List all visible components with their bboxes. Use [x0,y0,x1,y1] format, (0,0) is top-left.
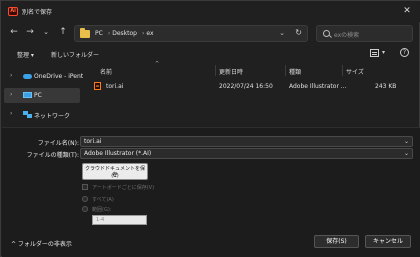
search-input[interactable]: exの検索 [334,30,359,39]
expand-chevron-icon[interactable]: › [10,72,12,79]
navigation-pane: › OneDrive - iPent › PC › ネットワーク [1,63,84,126]
sidebar-item-onedrive[interactable]: › OneDrive - iPent [4,69,84,84]
folder-icon [80,28,90,38]
range-value: 1-4 [96,217,105,223]
breadcrumb: PC › Desktop › ex [95,30,156,37]
breadcrumb-desktop[interactable]: Desktop [112,30,137,37]
cancel-button[interactable]: キャンセル [365,235,411,248]
save-button[interactable]: 保存(S) [314,235,359,248]
filename-chevron-down-icon[interactable]: ⌄ [404,138,409,145]
column-divider[interactable] [215,65,216,76]
sidebar-item-label: OneDrive - iPent [34,73,84,80]
cloud-button-shortcut: (C) [111,173,119,179]
range-option-label: 範囲(G): [92,207,112,213]
sort-ascending-icon: ^ [155,61,160,67]
filetype-label: ファイルの種類(T): [26,152,79,159]
breadcrumb-separator: › [107,30,111,37]
forward-button[interactable]: → [23,25,37,40]
view-options-icon[interactable] [370,49,379,57]
search-box[interactable]: exの検索 [316,25,413,42]
filetype-chevron-down-icon[interactable]: ⌄ [404,150,409,157]
column-header-size[interactable]: サイズ [346,67,364,76]
hide-folders-toggle[interactable]: ^ フォルダーの非表示 [11,239,72,248]
refresh-icon[interactable]: ↻ [295,28,302,37]
column-header-modified[interactable]: 更新日時 [219,67,243,76]
window-title: 別名で保存 [22,9,53,16]
filetype-value: Adobe Illustrator (*.AI) [84,150,152,157]
address-bar[interactable]: PC › Desktop › ex ⌄ ↻ [74,25,308,42]
title-bar: Ai 別名で保存 ✕ [1,1,420,22]
range-input[interactable]: 1-4 [92,215,147,225]
column-header-type[interactable]: 種類 [289,67,301,76]
range-radio[interactable] [82,206,88,212]
filename-input[interactable]: tori.ai [84,138,101,145]
new-folder-button[interactable]: 新しいフォルダー [51,50,99,59]
organize-menu-button[interactable]: 整理 ▾ [17,50,34,59]
sidebar-item-label: ネットワーク [34,113,71,120]
breadcrumb-ex[interactable]: ex [146,30,153,37]
save-as-dialog: Ai 別名で保存 ✕ ← → ⌄ ↑ PC › Desktop › ex ⌄ ↻ exの… [0,0,420,257]
network-icon [23,111,32,118]
back-button[interactable]: ← [7,25,21,40]
filename-label: ファイル名(N): [37,140,79,147]
pc-icon [23,92,32,98]
artboard-checkbox[interactable] [82,184,88,190]
recent-locations-chevron-icon[interactable]: ⌄ [41,25,51,40]
column-divider[interactable] [285,65,286,76]
breadcrumb-separator: › [141,30,145,37]
illustrator-app-icon: Ai [8,7,18,16]
column-header-name[interactable]: 名前 [100,67,112,76]
sidebar-item-label: PC [34,92,42,99]
all-option-label: すべて(A) [92,197,114,203]
expand-chevron-icon[interactable]: › [10,110,12,117]
search-icon [323,30,330,37]
file-size: 243 KB [375,83,397,90]
all-radio[interactable] [82,196,88,202]
expand-chevron-icon[interactable]: › [10,91,12,98]
file-name[interactable]: tori.ai [106,83,123,90]
up-button[interactable]: ↑ [56,25,70,40]
save-cloud-document-button[interactable]: クラウドドキュメントを保存 (C) [82,163,148,180]
file-type: Adobe Illustrator ... [289,83,347,90]
filetype-select[interactable]: Adobe Illustrator (*.AI) ⌄ [80,148,413,159]
close-button[interactable]: ✕ [399,3,415,19]
breadcrumb-pc[interactable]: PC [95,30,103,37]
column-divider[interactable] [342,65,343,76]
artboard-option-label: アートボードごとに保存(V) [92,185,155,191]
view-options-chevron-icon[interactable]: ▾ [382,49,385,56]
file-list: ^ 名前 更新日時 種類 サイズ Ai tori.ai 2022/07/24 1… [87,61,417,126]
sidebar-item-pc[interactable]: › PC [4,88,80,103]
filename-field[interactable]: tori.ai ⌄ [80,136,413,147]
illustrator-file-icon: Ai [94,82,101,90]
address-chevron-down-icon[interactable]: ⌄ [279,29,285,37]
help-icon[interactable]: ? [400,48,409,57]
cloud-icon [23,74,32,79]
sidebar-item-network[interactable]: › ネットワーク [4,107,80,122]
file-modified: 2022/07/24 16:50 [219,83,273,90]
